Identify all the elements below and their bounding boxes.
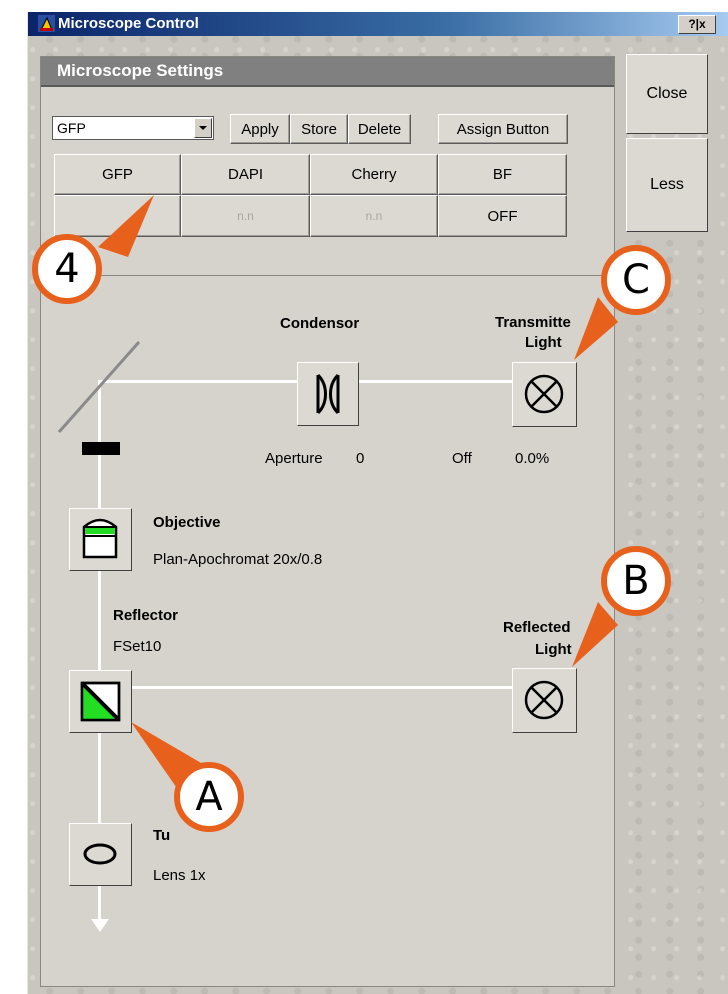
app-icon <box>38 15 55 32</box>
preset-bf-button[interactable]: BF <box>438 154 567 195</box>
aperture-value: 0 <box>356 450 365 467</box>
objective-value: Plan-Apochromat 20x/0.8 <box>153 551 323 568</box>
filter-cube-icon <box>80 681 121 722</box>
down-arrow-icon <box>91 919 109 932</box>
apply-button[interactable]: Apply <box>230 114 290 144</box>
preset-nn-button-1[interactable]: n.n <box>181 195 310 237</box>
help-close-icon[interactable]: ?|x <box>678 15 716 34</box>
lamp-icon <box>524 374 564 414</box>
microscope-control-window: Microscope Control ?|x Microscope Settin… <box>27 12 728 994</box>
mirror-icon <box>57 341 141 433</box>
tube-lens-button[interactable] <box>69 823 132 886</box>
callout-a-badge: A <box>174 762 244 832</box>
condensor-label: Condensor <box>280 315 360 332</box>
callout-4-badge: 4 <box>32 234 102 304</box>
callout-4-pointer <box>98 195 154 257</box>
tube-lens-icon <box>83 843 117 865</box>
callout-c-badge: C <box>601 245 671 315</box>
condensor-lens-icon <box>316 373 340 415</box>
objective-icon <box>82 518 118 559</box>
reflector-label: Reflector <box>113 607 179 624</box>
objective-button[interactable] <box>69 508 132 571</box>
lamp-icon <box>524 680 564 720</box>
preset-cherry-button[interactable]: Cherry <box>310 154 438 195</box>
reflector-value: FSet10 <box>113 638 162 655</box>
condensor-button[interactable] <box>297 362 359 426</box>
store-button[interactable]: Store <box>290 114 348 144</box>
tube-lens-value: Lens 1x <box>153 867 206 884</box>
aperture-label: Aperture <box>265 450 323 467</box>
assign-button[interactable]: Assign Button <box>438 114 568 144</box>
window-title: Microscope Control <box>58 15 199 32</box>
reflected-light-path <box>98 686 513 689</box>
preset-select[interactable]: GFP <box>52 116 214 140</box>
preset-nn-button-2[interactable]: n.n <box>310 195 438 237</box>
callout-b-badge: B <box>601 546 671 616</box>
transmitted-light-label-2: Light <box>525 334 562 351</box>
tube-lens-label: Tu <box>153 827 171 844</box>
shutter-icon <box>82 442 120 455</box>
less-button[interactable]: Less <box>626 138 708 232</box>
transmitted-value: 0.0% <box>515 450 550 467</box>
chevron-down-icon[interactable] <box>194 118 212 138</box>
settings-header: Microscope Settings <box>41 57 614 87</box>
reflected-light-button[interactable] <box>512 668 577 733</box>
preset-off-button[interactable]: OFF <box>438 195 567 237</box>
objective-label: Objective <box>153 514 221 531</box>
transmitted-state: Off <box>452 450 472 467</box>
preset-select-value: GFP <box>57 120 86 136</box>
title-bar[interactable]: Microscope Control ?|x <box>28 12 728 36</box>
delete-button[interactable]: Delete <box>348 114 411 144</box>
close-button[interactable]: Close <box>626 54 708 134</box>
preset-dapi-button[interactable]: DAPI <box>181 154 310 195</box>
